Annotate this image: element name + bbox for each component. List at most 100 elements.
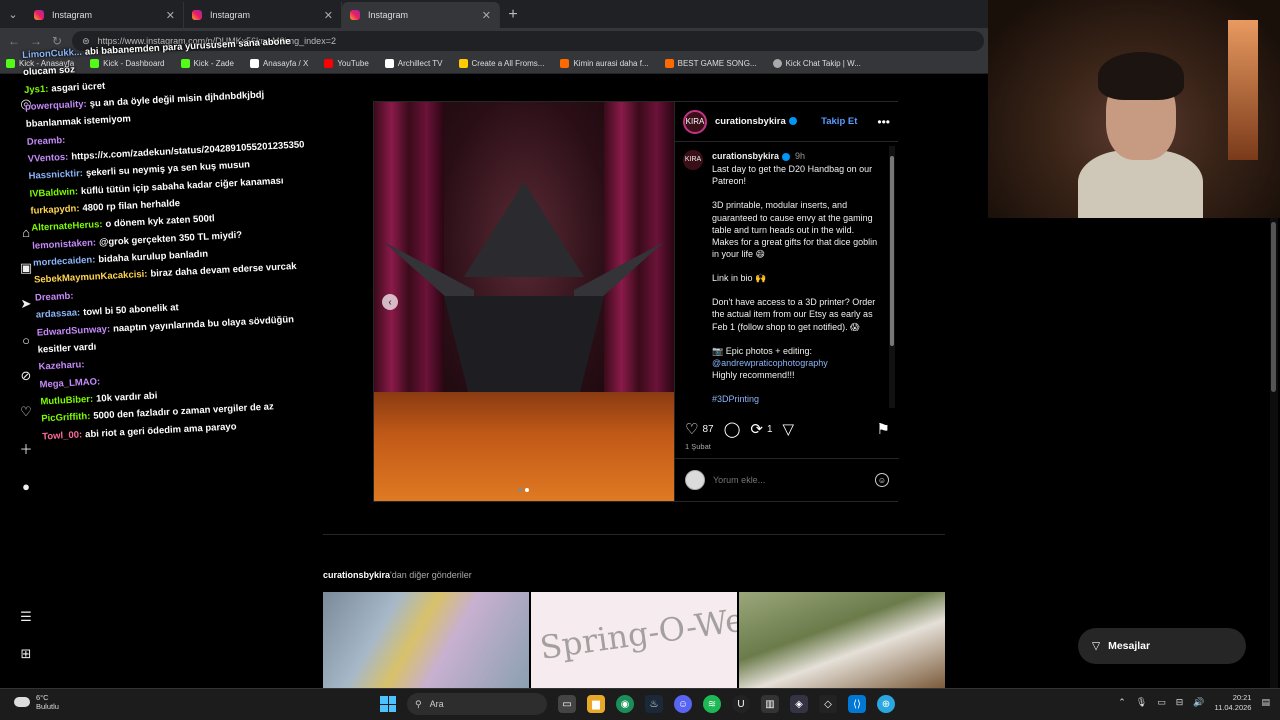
hashtag-link[interactable]: #3DPrinting <box>712 394 759 404</box>
tab-bar: ⌄ Instagram ✕ Instagram ✕ Instagram ✕ + <box>0 0 990 28</box>
chat-text: abi riot a geri ödedim ama parayo <box>84 420 237 440</box>
close-tab-icon[interactable]: ✕ <box>482 9 491 22</box>
like-count[interactable]: 87 <box>702 424 713 435</box>
reload-icon[interactable]: ↻ <box>52 34 62 48</box>
streamer-body <box>1078 150 1203 218</box>
app-icon[interactable]: ◈ <box>790 695 808 713</box>
author-avatar[interactable]: KIRA <box>683 109 707 134</box>
windows-start-icon[interactable] <box>380 696 396 712</box>
app-icon[interactable]: ▥ <box>761 695 779 713</box>
bookmark-item[interactable]: YouTube <box>324 59 369 68</box>
notifications-icon[interactable]: ♡ <box>18 404 34 420</box>
tab-instagram-2[interactable]: Instagram ✕ <box>184 2 342 28</box>
chat-text: towl bi 50 abonelik at <box>82 302 179 319</box>
bookmark-label: YouTube <box>337 59 369 68</box>
close-tab-icon[interactable]: ✕ <box>166 9 175 22</box>
steam-icon[interactable]: ♨ <box>645 695 663 713</box>
messages-button[interactable]: ▽ Mesajlar <box>1078 628 1246 664</box>
create-icon[interactable]: ＋ <box>18 440 34 457</box>
post-thumbnail[interactable] <box>323 592 529 688</box>
bookmark-item[interactable]: Kick Chat Takip | W... <box>772 59 861 68</box>
volume-icon[interactable]: 🔊 <box>1193 697 1204 708</box>
back-icon[interactable]: ← <box>8 34 20 48</box>
bookmark-item[interactable]: Archillect TV <box>384 59 443 68</box>
tab-instagram-1[interactable]: Instagram ✕ <box>26 2 184 28</box>
tab-instagram-3[interactable]: Instagram ✕ <box>342 2 500 28</box>
menu-icon[interactable]: ☰ <box>18 609 34 625</box>
follow-button[interactable]: Takip Et <box>821 116 857 127</box>
bookmark-icon <box>560 59 570 68</box>
more-options-icon[interactable]: ••• <box>877 115 890 129</box>
unreal-icon[interactable]: U <box>732 695 750 713</box>
save-icon[interactable]: ⚑ <box>877 420 890 438</box>
caption-avatar[interactable]: KIRA <box>683 150 703 170</box>
task-view-icon[interactable]: ▭ <box>558 695 576 713</box>
chat-username: mordecaiden: <box>32 254 96 269</box>
chat-username: Towl_00: <box>41 428 83 443</box>
instagram-icon <box>34 10 44 20</box>
file-explorer-icon[interactable]: ▆ <box>587 695 605 713</box>
microphone-icon[interactable]: 🎙 <box>1136 697 1147 708</box>
previous-image-button[interactable]: ‹ <box>382 294 398 310</box>
edge-icon[interactable]: ◉ <box>616 695 634 713</box>
search-icon[interactable]: ○ <box>18 332 34 348</box>
post-thumbnail[interactable] <box>739 592 945 688</box>
taskbar-search[interactable]: ⚲ Ara <box>407 693 547 715</box>
bookmark-item[interactable]: BEST GAME SONG... <box>664 59 757 68</box>
chat-text: şu an da öyle değil misin djhdnbdkjbdj <box>89 89 265 110</box>
comment-icon[interactable]: ◯ <box>724 420 741 438</box>
chat-username: Mega_LMAO: <box>39 375 101 391</box>
chat-username: Hassnicktir: <box>28 168 84 183</box>
webcam-overlay <box>988 0 1280 218</box>
notifications-icon[interactable]: ▤ <box>1261 697 1270 708</box>
author-handle[interactable]: curationsbykira <box>715 116 797 127</box>
weather-widget[interactable]: 6°C Bulutlu <box>14 693 59 711</box>
caption-author[interactable]: curationsbykira <box>712 151 779 161</box>
share-icon[interactable]: ▽ <box>783 420 795 438</box>
forward-icon[interactable]: → <box>30 34 42 48</box>
clock[interactable]: 20:21 11.04.2026 <box>1215 693 1252 713</box>
discord-icon[interactable]: ☺ <box>674 695 692 713</box>
profile-icon[interactable]: ● <box>18 478 34 494</box>
app-icon[interactable]: ◇ <box>819 695 837 713</box>
curtain-decoration <box>604 102 674 402</box>
caption-paragraph: #3DPrinting <box>683 393 883 405</box>
caption-paragraph: Don't have access to a 3D printer? Order… <box>712 297 876 332</box>
site-info-icon[interactable]: ⊜ <box>82 36 90 47</box>
repost-icon[interactable]: ⟳ <box>750 420 763 438</box>
send-icon[interactable]: ➤ <box>18 296 34 312</box>
close-tab-icon[interactable]: ✕ <box>324 9 333 22</box>
comment-input[interactable] <box>713 475 867 485</box>
more-posts-grid: Spring-O-Ween <box>323 592 945 688</box>
post-photo[interactable]: ‹ <box>374 102 674 501</box>
like-icon[interactable]: ♡ <box>685 420 698 438</box>
photo-credit-link[interactable]: @andrewpraticophotography <box>712 358 828 368</box>
vscode-icon[interactable]: ⟨⟩ <box>848 695 866 713</box>
post-date: 1 Şubat <box>685 442 711 451</box>
caption-scrollbar[interactable] <box>889 146 895 408</box>
more-apps-icon[interactable]: ⊞ <box>18 646 34 662</box>
chat-username: PicGriffith: <box>41 411 91 425</box>
reels-icon[interactable]: ▣ <box>18 260 34 276</box>
chevron-up-icon[interactable]: ⌃ <box>1118 697 1126 708</box>
recommend-text: Highly recommend!!! <box>712 369 795 380</box>
network-icon[interactable]: ⊟ <box>1176 697 1184 708</box>
display-icon[interactable]: ▭ <box>1157 697 1166 708</box>
chat-text <box>76 290 77 301</box>
explore-icon[interactable]: ⊘ <box>18 368 34 384</box>
bookmark-item[interactable]: Create a All Froms... <box>458 59 544 68</box>
page-scrollbar[interactable] <box>1270 218 1278 688</box>
app-icon[interactable]: ⊕ <box>877 695 895 713</box>
spotify-icon[interactable]: ≋ <box>703 695 721 713</box>
scrollbar-thumb[interactable] <box>890 156 894 346</box>
archillect-icon <box>384 59 394 68</box>
more-posts-user[interactable]: curationsbykira <box>323 570 390 580</box>
bookmark-item[interactable]: Kimin aurasi daha f... <box>560 59 649 68</box>
tab-list-button[interactable]: ⌄ <box>0 0 26 28</box>
repost-count[interactable]: 1 <box>767 424 773 435</box>
new-tab-button[interactable]: + <box>500 2 526 28</box>
post-thumbnail[interactable]: Spring-O-Ween <box>531 592 737 688</box>
cloud-icon <box>14 697 30 707</box>
scrollbar-thumb[interactable] <box>1271 222 1276 392</box>
emoji-icon[interactable]: ☺ <box>875 473 889 487</box>
